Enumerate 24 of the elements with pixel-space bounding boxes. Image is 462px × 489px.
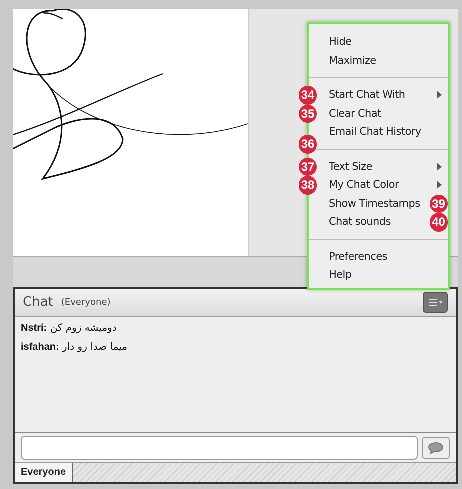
menu-item[interactable]: Start Chat With bbox=[319, 86, 448, 104]
send-button[interactable] bbox=[422, 436, 450, 458]
menu-item[interactable]: Clear Chat bbox=[319, 104, 448, 123]
number-badge: 39 bbox=[430, 194, 448, 213]
menu-icon bbox=[428, 298, 442, 306]
pod-title: Chat bbox=[23, 295, 54, 310]
submenu-arrow-icon bbox=[437, 162, 442, 171]
submenu-arrow-icon bbox=[437, 181, 442, 190]
menu-item[interactable]: Show Timestamps bbox=[319, 194, 428, 213]
menu-item[interactable]: Hide bbox=[319, 33, 448, 52]
number-badge: 40 bbox=[430, 213, 448, 232]
audience-label: (Everyone) bbox=[61, 298, 111, 308]
menu-item[interactable]: Help bbox=[319, 266, 448, 284]
menu-item[interactable]: Preferences bbox=[319, 248, 448, 266]
menu-item[interactable]: Text Size bbox=[319, 158, 448, 176]
menu-item[interactable]: Maximize bbox=[319, 52, 448, 70]
speech-bubble-icon bbox=[428, 442, 444, 454]
menu-item[interactable]: Email Chat History bbox=[319, 123, 448, 142]
menu-item[interactable]: My Chat Color bbox=[319, 176, 448, 194]
pod-menu-button[interactable] bbox=[423, 292, 448, 313]
menu-item[interactable]: Chat sounds bbox=[319, 213, 428, 232]
message-input[interactable] bbox=[21, 436, 418, 460]
submenu-arrow-icon bbox=[437, 91, 442, 100]
audience-tab[interactable]: Everyone bbox=[15, 463, 74, 482]
